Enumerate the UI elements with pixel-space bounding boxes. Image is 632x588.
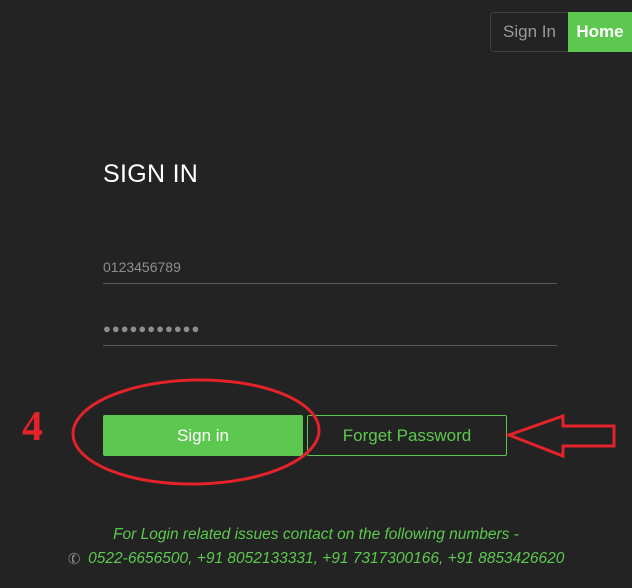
nav-home-button[interactable]: Home (568, 12, 632, 52)
signin-button[interactable]: Sign in (103, 415, 303, 456)
nav-signin-button[interactable]: Sign In (490, 12, 568, 52)
phone-icon: ✆ (65, 549, 83, 570)
page-title: SIGN IN (103, 160, 199, 188)
footer-help-text: For Login related issues contact on the … (113, 526, 519, 543)
top-nav: Sign In Home (490, 12, 632, 52)
annotation-step-number: 4 (22, 404, 43, 450)
annotation-arrow (504, 413, 616, 459)
annotation-overlay (71, 378, 616, 486)
password-input[interactable] (103, 312, 557, 346)
forget-password-button[interactable]: Forget Password (307, 415, 507, 456)
footer-phone-numbers: 0522-6656500, +91 8052133331, +91 731730… (88, 550, 565, 567)
username-input[interactable] (103, 250, 557, 284)
footer-phone-line: ✆ 0522-6656500, +91 8052133331, +91 7317… (0, 549, 632, 570)
